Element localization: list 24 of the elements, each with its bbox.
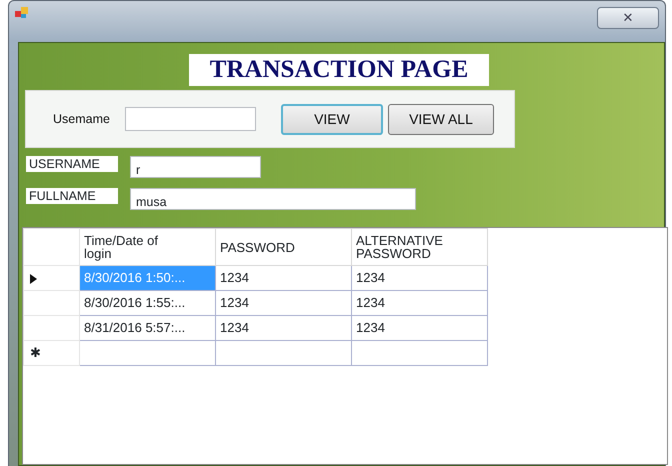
table-cell: 1234 <box>352 266 488 290</box>
close-button[interactable]: ✕ <box>597 7 659 29</box>
text-field[interactable]: musa <box>130 188 416 210</box>
table-cell: 1234 <box>216 290 352 316</box>
username-label: Usemame <box>53 110 110 128</box>
field-label: FULLNAME <box>26 188 118 204</box>
table-cell: 8/30/2016 1:55:... <box>80 290 216 316</box>
table-cell: 8/30/2016 1:50:... <box>80 266 216 290</box>
column-header[interactable]: PASSWORD <box>216 228 352 266</box>
view-button[interactable]: VIEW <box>280 104 383 134</box>
field-label: USERNAME <box>26 156 118 172</box>
text-field[interactable]: r <box>130 156 261 178</box>
table-cell: 1234 <box>352 290 488 316</box>
page-title: TRANSACTION PAGE <box>189 54 489 86</box>
table-cell: 8/31/2016 5:57:... <box>80 316 216 340</box>
new-row-marker: ✱ <box>24 340 80 366</box>
table-cell: 1234 <box>352 316 488 340</box>
column-header[interactable]: ALTERNATIVE PASSWORD <box>352 228 488 266</box>
table-cell: 1234 <box>216 266 352 290</box>
app-icon <box>15 7 29 19</box>
view-button[interactable]: VIEW ALL <box>388 104 494 134</box>
column-header[interactable]: Time/Date of login <box>80 228 216 266</box>
table-cell: 1234 <box>216 316 352 340</box>
username-input[interactable] <box>124 107 256 131</box>
